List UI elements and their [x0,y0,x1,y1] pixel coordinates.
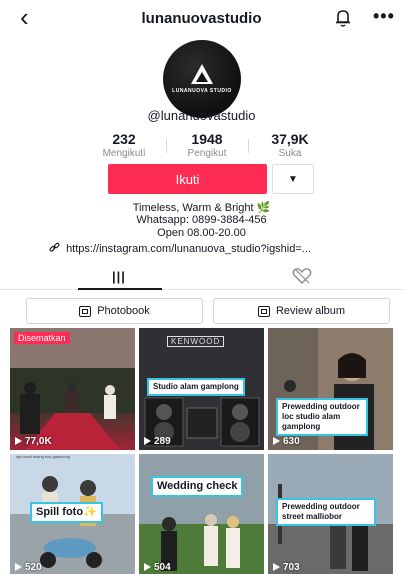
view-count: 703 [273,562,300,573]
play-icon [273,563,280,572]
view-count-value: 630 [283,436,300,447]
profile-stats: 232 Mengikuti 1948 Pengikut 37,9K Suka [86,131,336,161]
stat-followers-label: Pengikut [187,148,227,159]
view-count: 77,0K [15,436,52,447]
video-thumbnail[interactable]: Wedding check 504 [139,454,264,574]
stat-likes[interactable]: 37,9K Suka [252,131,328,159]
video-thumbnail[interactable]: Prewedding outdoor street malliobor 703 [268,454,393,574]
wedding-check-photo [139,454,264,574]
profile-tabs: ||| [0,262,403,290]
bio-link[interactable]: https://instagram.com/lunanuova_studio?i… [49,242,311,255]
logo-triangle-icon [191,64,213,84]
video-thumbnail[interactable]: spil modi akang bos gamplong Spill foto✨… [10,454,135,574]
caret-down-icon: ▼ [288,174,298,185]
bio-line-2: Whatsapp: 0899-3884-456 [136,214,267,226]
bio-line-1: Timeless, Warm & Bright 🌿 [0,201,403,214]
stat-divider [248,139,249,153]
view-count: 630 [273,436,300,447]
playlist-icon [79,305,92,317]
bio-tagline: Timeless, Warm & Bright [132,202,254,214]
view-count-value: 703 [283,562,300,573]
bell-icon[interactable] [334,8,352,28]
bio-line-3: Open 08.00-20.00 [157,227,246,239]
view-count-value: 504 [154,562,171,573]
stat-likes-value: 37,9K [271,131,309,147]
tab-videos[interactable]: ||| [100,262,140,290]
bio-link-text: https://instagram.com/lunanuova_studio?i… [66,243,311,255]
video-caption: Studio alam gamplong [147,378,245,396]
video-thumbnail[interactable]: KENWOOD Studio alam gamplong 289 [139,328,264,450]
view-count: 289 [144,436,171,447]
view-count-value: 289 [154,436,171,447]
play-icon [15,437,22,446]
stat-divider [166,139,167,153]
avatar[interactable]: LUNANUOVA STUDIO [163,40,241,118]
follow-button[interactable]: Ikuti [108,164,267,194]
avatar-brand-text: LUNANUOVA STUDIO [172,88,232,94]
photobook-button[interactable]: Photobook [26,298,203,324]
playlist-icon [257,305,270,317]
active-tab-indicator [78,288,162,290]
view-count: 520 [15,562,42,573]
play-icon [15,563,22,572]
link-icon [49,242,60,252]
sub-caption: spil modi akang bos gamplong [16,454,71,459]
stat-following[interactable]: 232 Mengikuti [86,131,162,159]
video-thumbnail[interactable]: Disematkan 77,0K [10,328,135,450]
stat-following-value: 232 [112,131,136,147]
video-thumbnail[interactable]: Prewedding outdoor loc studio alam gampl… [268,328,393,450]
stat-following-label: Mengikuti [102,148,146,159]
view-count: 504 [144,562,171,573]
more-options-icon[interactable]: ••• [373,6,395,27]
view-count-value: 77,0K [25,436,52,447]
review-album-label: Review album [275,305,346,317]
video-caption: Spill foto✨ [30,502,103,523]
play-icon [273,437,280,446]
pinned-badge: Disematkan [14,332,70,344]
brand-label: KENWOOD [167,336,225,347]
video-caption: Prewedding outdoor loc studio alam gampl… [276,398,368,436]
stat-followers-value: 1948 [191,131,223,147]
play-icon [144,563,151,572]
top-bar: ‹ lunanuovastudio ••• [0,0,403,36]
stat-likes-label: Suka [278,148,302,159]
suggested-accounts-button[interactable]: ▼ [272,164,314,194]
profile-handle: @lunanuovastudio [147,108,256,123]
video-caption: Wedding check [151,476,244,497]
view-count-value: 520 [25,562,42,573]
leaf-emoji: 🌿 [256,202,271,214]
wedding-aisle-photo [10,328,135,450]
tab-liked[interactable] [290,266,314,286]
video-caption: Prewedding outdoor street malliobor [276,498,376,526]
play-icon [144,437,151,446]
video-grid-icon: ||| [112,269,126,284]
stat-followers[interactable]: 1948 Pengikut [169,131,245,159]
video-grid: Disematkan 77,0K KENWOOD Studio alam gam… [10,328,393,574]
photobook-label: Photobook [97,305,150,317]
review-album-button[interactable]: Review album [213,298,390,324]
